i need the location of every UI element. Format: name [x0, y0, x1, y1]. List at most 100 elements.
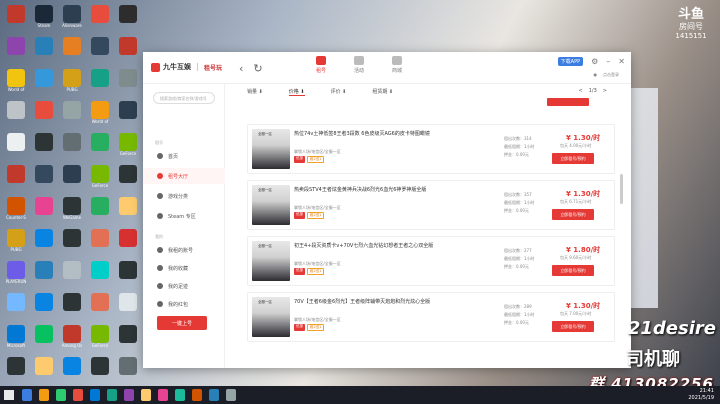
desktop-shortcut[interactable]: World of — [86, 98, 114, 130]
sort-option[interactable]: 租赁期 ⬇ — [372, 88, 393, 96]
desktop-shortcut[interactable] — [114, 194, 142, 226]
list-scrollbar[interactable] — [620, 174, 623, 204]
sidebar-nav-item[interactable]: Steam 专区 — [143, 208, 225, 224]
desktop-shortcut[interactable] — [58, 226, 86, 258]
desktop-shortcut[interactable] — [86, 130, 114, 162]
rent-now-button[interactable]: 立即租号/预约 — [552, 321, 594, 332]
listing-card[interactable]: 全服一区 初王4+段灭资质卡v+70V七烈六血光钻幻想者王者之心双全版 掌锁人场/电… — [247, 236, 615, 286]
desktop-shortcut[interactable] — [114, 258, 142, 290]
sidebar-mine-item[interactable]: 我的红包 — [143, 296, 225, 312]
desktop-shortcut[interactable] — [114, 354, 142, 386]
desktop-shortcut[interactable] — [86, 258, 114, 290]
rent-now-button[interactable]: 立即租号/预约 — [552, 153, 594, 164]
avatar-icon[interactable]: ● — [594, 72, 598, 78]
desktop-shortcut[interactable] — [86, 66, 114, 98]
desktop-shortcut[interactable]: GeForce — [114, 130, 142, 162]
desktop-shortcut[interactable]: GeForce — [86, 322, 114, 354]
taskbar-app-icon[interactable] — [90, 389, 100, 401]
desktop-shortcut[interactable] — [86, 34, 114, 66]
desktop-shortcut[interactable] — [2, 130, 30, 162]
desktop-shortcut[interactable] — [86, 354, 114, 386]
minimize-icon[interactable]: – — [606, 57, 610, 66]
desktop-shortcut[interactable] — [30, 258, 58, 290]
desktop-shortcut[interactable] — [2, 162, 30, 194]
settings-icon[interactable]: ⚙ — [591, 57, 598, 66]
desktop-shortcut[interactable]: Counter-S — [2, 194, 30, 226]
sidebar-mine-item[interactable]: 我租的账号 — [143, 242, 225, 258]
taskbar-clock[interactable]: 21:41 2021/5/19 — [688, 388, 714, 402]
sidebar-mine-item[interactable]: 我的收藏 — [143, 260, 225, 276]
desktop-shortcut[interactable]: Steam — [30, 2, 58, 34]
rent-now-button[interactable]: 立即租号/预约 — [552, 209, 594, 220]
listing-card[interactable]: 全服一区 热卖段STV4王者炫金黄神兵决战6烈光6血光6神罗神版全版 掌锁人场/电信… — [247, 180, 615, 230]
windows-start-icon[interactable] — [4, 390, 14, 400]
listing-title[interactable]: 初王4+段灭资质卡v+70V七烈六血光钻幻想者王者之心双全版 — [294, 243, 444, 250]
desktop-shortcut[interactable] — [30, 194, 58, 226]
desktop-shortcut[interactable] — [58, 258, 86, 290]
back-arrow-icon[interactable]: ‹ — [239, 62, 243, 75]
desktop-shortcut[interactable] — [30, 226, 58, 258]
previous-card-rent-button[interactable] — [547, 98, 589, 106]
taskbar-app-icon[interactable] — [124, 389, 134, 401]
quick-list-button[interactable]: 一键上号 — [157, 316, 207, 330]
taskbar-app-icon[interactable] — [141, 389, 151, 401]
desktop-shortcut[interactable]: Microsoft — [2, 322, 30, 354]
sidebar-mine-item[interactable]: 我的足迹 — [143, 278, 225, 294]
taskbar-app-icon[interactable] — [73, 389, 83, 401]
pager-next-button[interactable]: > — [603, 88, 607, 94]
desktop-shortcut[interactable]: Among Us — [58, 322, 86, 354]
desktop-shortcut[interactable] — [114, 290, 142, 322]
taskbar-app-icon[interactable] — [158, 389, 168, 401]
desktop-shortcut[interactable]: GeForce — [86, 162, 114, 194]
desktop-shortcut[interactable] — [2, 34, 30, 66]
desktop-shortcut[interactable]: WeGame — [58, 194, 86, 226]
desktop-shortcut[interactable] — [2, 354, 30, 386]
pager-prev-button[interactable]: < — [579, 88, 583, 94]
desktop-shortcut[interactable] — [30, 354, 58, 386]
top-tab[interactable]: 活动 — [347, 56, 371, 74]
desktop-shortcut[interactable] — [2, 98, 30, 130]
desktop-shortcut[interactable] — [30, 130, 58, 162]
sidebar-nav-item[interactable]: 租号大厅 — [143, 168, 225, 184]
app-logo[interactable]: 九牛互娱 租号玩 — [151, 62, 222, 72]
desktop-shortcut[interactable] — [30, 322, 58, 354]
login-link[interactable]: 点击登录 — [603, 72, 619, 78]
taskbar-app-icon[interactable] — [56, 389, 66, 401]
listing-title[interactable]: 70V【王者6级金6烈光】王者级阵辅带灭炮炮和烈光炫心全版 — [294, 299, 444, 306]
listing-card[interactable]: 全服一区 70V【王者6级金6烈光】王者级阵辅带灭炮炮和烈光炫心全版 掌锁人场/电信… — [247, 292, 615, 342]
sidebar-nav-item[interactable]: 游戏分类 — [143, 188, 225, 204]
desktop-shortcut[interactable] — [114, 226, 142, 258]
sort-option[interactable]: 价格 ⬇ — [288, 88, 305, 96]
desktop-shortcut[interactable]: PUBG — [58, 66, 86, 98]
desktop-shortcut[interactable] — [114, 322, 142, 354]
desktop-shortcut[interactable] — [86, 194, 114, 226]
desktop-shortcut[interactable] — [58, 354, 86, 386]
search-input[interactable]: 搜索游戏/商家名称/游戏号 — [153, 92, 215, 104]
desktop-shortcut[interactable] — [86, 2, 114, 34]
desktop-shortcut[interactable] — [58, 162, 86, 194]
desktop-shortcut[interactable] — [30, 162, 58, 194]
desktop-shortcut[interactable]: PUBG — [2, 226, 30, 258]
desktop-shortcut[interactable] — [2, 2, 30, 34]
taskbar-app-icon[interactable] — [107, 389, 117, 401]
sort-option[interactable]: 评价 ⬇ — [331, 88, 347, 96]
desktop-shortcut[interactable]: PLAYERUN — [2, 258, 30, 290]
desktop-shortcut[interactable] — [58, 290, 86, 322]
desktop-shortcut[interactable] — [58, 34, 86, 66]
top-tab[interactable]: 租号 — [309, 56, 333, 74]
listing-title[interactable]: 热位74v土神低签8王者3段数 6色皮级灭AG6的皮卡特图瞰镜 — [294, 131, 444, 138]
desktop-shortcut[interactable] — [58, 130, 86, 162]
download-app-button[interactable]: 下载APP — [557, 57, 584, 66]
desktop-shortcut[interactable]: World of — [2, 66, 30, 98]
desktop-shortcut[interactable] — [2, 290, 30, 322]
desktop-shortcut[interactable] — [114, 2, 142, 34]
desktop-shortcut[interactable] — [114, 162, 142, 194]
desktop-shortcut[interactable] — [114, 98, 142, 130]
sidebar-nav-item[interactable]: 首页 — [143, 148, 225, 164]
rent-now-button[interactable]: 立即租号/预约 — [552, 265, 594, 276]
listing-card[interactable]: 全服一区 热位74v土神低签8王者3段数 6色皮级灭AG6的皮卡特图瞰镜 掌锁人场/… — [247, 124, 615, 174]
desktop-shortcut[interactable] — [114, 66, 142, 98]
top-tab[interactable]: 商城 — [385, 56, 409, 74]
close-icon[interactable]: ✕ — [618, 57, 625, 66]
sort-option[interactable]: 销量 ⬇ — [247, 88, 263, 96]
